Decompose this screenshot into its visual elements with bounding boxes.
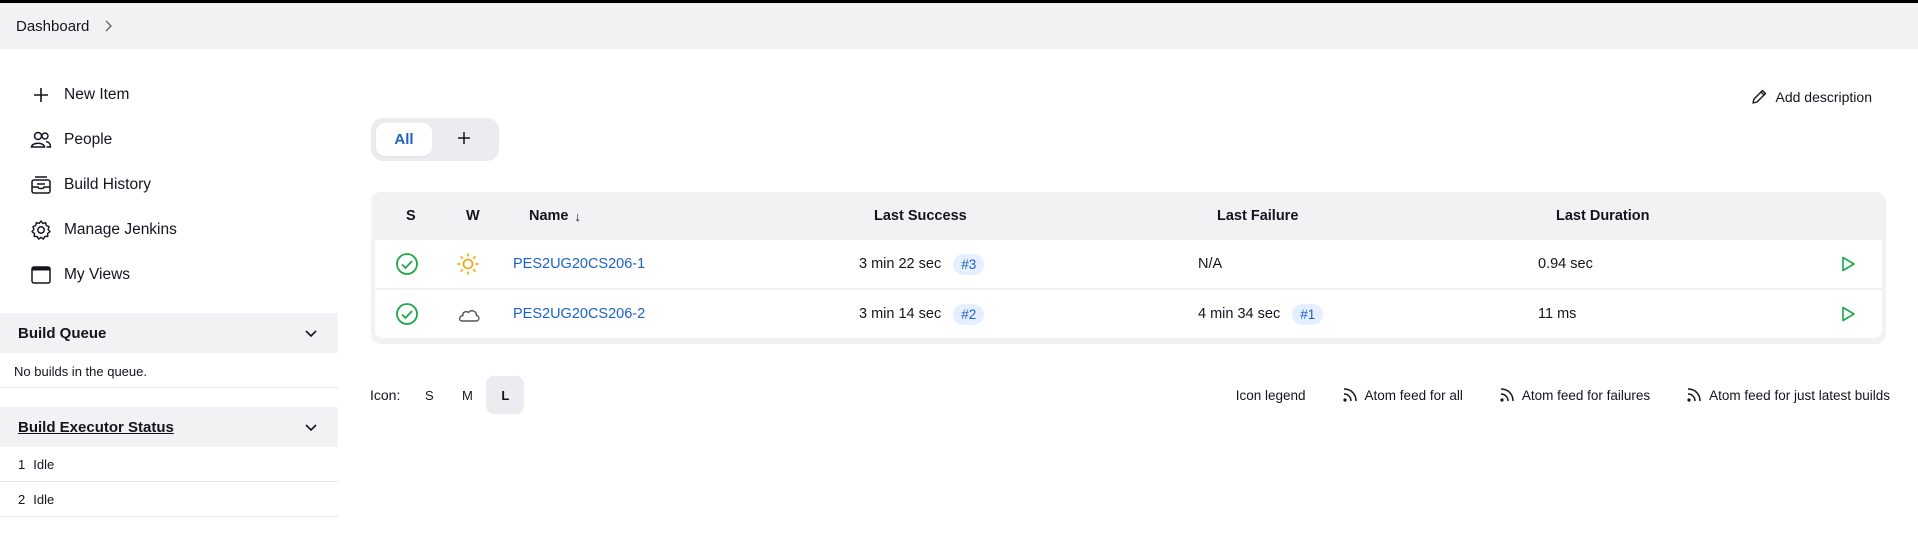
icon-legend-label: Icon legend bbox=[1235, 387, 1306, 403]
atom-feed-latest[interactable]: Atom feed for just latest builds bbox=[1686, 387, 1890, 403]
build-history-icon bbox=[30, 174, 52, 196]
sidebar-item-my-views[interactable]: My Views bbox=[0, 252, 338, 297]
feed-links: Icon legend Atom feed for all Atom feed … bbox=[1200, 376, 1890, 414]
success-check-icon bbox=[395, 240, 419, 288]
view-tabs: All bbox=[371, 118, 499, 161]
feed-label: Atom feed for all bbox=[1364, 387, 1463, 403]
success-check-icon bbox=[395, 290, 419, 338]
sidebar-item-label: Manage Jenkins bbox=[64, 220, 177, 238]
icon-size-label: Icon: bbox=[370, 387, 401, 403]
last-failure-time: N/A bbox=[1198, 256, 1223, 272]
add-description-button[interactable]: Add description bbox=[1750, 88, 1872, 106]
window-icon bbox=[30, 264, 52, 286]
sidebar-tasks: New Item People Build History Manage Jen… bbox=[0, 72, 338, 297]
job-link[interactable]: PES2UG20CS206-1 bbox=[513, 256, 645, 272]
sidebar-item-manage-jenkins[interactable]: Manage Jenkins bbox=[0, 207, 338, 252]
add-description-label: Add description bbox=[1775, 89, 1872, 105]
icon-size-m[interactable]: M bbox=[448, 376, 486, 414]
gear-icon bbox=[30, 219, 52, 241]
play-icon[interactable] bbox=[1839, 240, 1857, 288]
executor-status: Idle bbox=[33, 456, 55, 472]
atom-feed-failures[interactable]: Atom feed for failures bbox=[1499, 387, 1650, 403]
last-success-time: 3 min 22 sec bbox=[859, 256, 942, 272]
rss-icon bbox=[1342, 387, 1358, 403]
play-icon[interactable] bbox=[1839, 290, 1857, 338]
build-queue-header[interactable]: Build Queue bbox=[0, 313, 338, 353]
last-duration: 11 ms bbox=[1538, 306, 1577, 322]
feed-label: Atom feed for failures bbox=[1521, 387, 1651, 403]
build-badge[interactable]: #2 bbox=[953, 303, 985, 325]
icon-size-l[interactable]: L bbox=[486, 376, 525, 414]
people-icon bbox=[30, 129, 52, 151]
header-status[interactable]: S bbox=[406, 192, 416, 240]
feed-label: Atom feed for just latest builds bbox=[1709, 387, 1890, 403]
header-last-success[interactable]: Last Success bbox=[874, 192, 967, 240]
table-row: PES2UG20CS206-2 3 min 14 sec #2 4 min 34… bbox=[375, 290, 1882, 338]
sidebar-item-people[interactable]: People bbox=[0, 117, 338, 162]
header-name-label: Name bbox=[529, 208, 569, 224]
breadcrumb-dashboard[interactable]: Dashboard bbox=[16, 18, 89, 35]
executor-number: 1 bbox=[18, 456, 26, 472]
tab-all[interactable]: All bbox=[376, 123, 432, 156]
plus-icon bbox=[457, 131, 471, 148]
header-last-failure[interactable]: Last Failure bbox=[1217, 192, 1298, 240]
build-queue-empty: No builds in the queue. bbox=[0, 353, 338, 388]
chevron-right-icon[interactable] bbox=[103, 19, 117, 33]
sunny-icon bbox=[456, 240, 480, 288]
plus-icon bbox=[30, 84, 52, 106]
icon-size-s[interactable]: S bbox=[410, 376, 448, 414]
job-link[interactable]: PES2UG20CS206-2 bbox=[513, 306, 645, 322]
build-badge[interactable]: #1 bbox=[1292, 303, 1324, 325]
chevron-down-icon[interactable] bbox=[304, 325, 320, 341]
atom-feed-all[interactable]: Atom feed for all bbox=[1342, 387, 1463, 403]
rss-icon bbox=[1686, 387, 1702, 403]
executor-row: 2 Idle bbox=[0, 482, 338, 517]
executor-title[interactable]: Build Executor Status bbox=[18, 419, 174, 436]
jobs-table: S W Name ↓ Last Success Last Failure Las… bbox=[371, 192, 1886, 344]
pencil-icon bbox=[1750, 88, 1768, 106]
sidebar-item-label: My Views bbox=[64, 265, 131, 283]
rss-icon bbox=[1499, 387, 1515, 403]
last-success-time: 3 min 14 sec bbox=[859, 306, 942, 322]
executor-row: 1 Idle bbox=[0, 447, 338, 482]
icon-legend-link[interactable]: Icon legend bbox=[1236, 388, 1306, 403]
cloudy-icon bbox=[456, 290, 482, 338]
build-badge[interactable]: #3 bbox=[953, 253, 985, 275]
table-header: S W Name ↓ Last Success Last Failure Las… bbox=[375, 192, 1882, 240]
executor-number: 2 bbox=[18, 491, 26, 507]
chevron-down-icon[interactable] bbox=[304, 419, 320, 435]
header-name[interactable]: Name ↓ bbox=[529, 192, 581, 240]
executor-status: Idle bbox=[33, 491, 55, 507]
executor-header: Build Executor Status bbox=[0, 407, 338, 447]
sidebar-item-build-history[interactable]: Build History bbox=[0, 162, 338, 207]
new-view-button[interactable] bbox=[436, 123, 492, 156]
last-failure-time: 4 min 34 sec bbox=[1198, 306, 1281, 322]
sidebar-item-label: People bbox=[64, 130, 113, 148]
table-row: PES2UG20CS206-1 3 min 22 sec #3 N/A 0.94… bbox=[375, 240, 1882, 288]
build-queue-title: Build Queue bbox=[18, 324, 107, 342]
header-weather[interactable]: W bbox=[466, 192, 480, 240]
header-last-duration[interactable]: Last Duration bbox=[1556, 192, 1649, 240]
sort-arrow-icon: ↓ bbox=[574, 208, 582, 224]
sidebar-item-new-item[interactable]: New Item bbox=[0, 72, 338, 117]
build-queue-pane: Build Queue No builds in the queue. bbox=[0, 313, 338, 388]
table-footer: Icon: S M L Icon legend Atom feed for al… bbox=[370, 376, 1890, 414]
sidebar-item-label: New Item bbox=[64, 85, 130, 103]
sidebar-item-label: Build History bbox=[64, 175, 151, 193]
breadcrumb: Dashboard bbox=[0, 3, 1918, 49]
last-duration: 0.94 sec bbox=[1538, 256, 1593, 272]
executor-pane: Build Executor Status 1 Idle 2 Idle bbox=[0, 407, 338, 517]
